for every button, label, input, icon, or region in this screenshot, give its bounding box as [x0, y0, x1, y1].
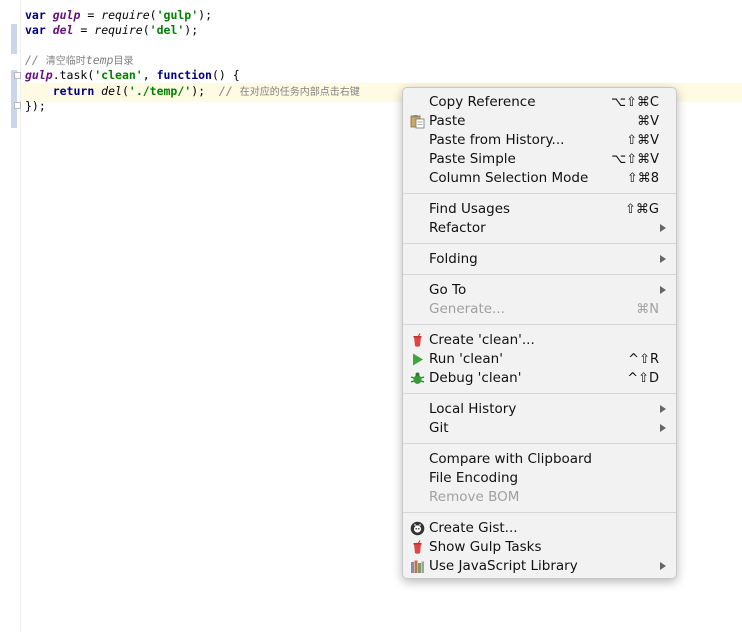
menu-item-go-to[interactable]: Go To: [403, 281, 676, 300]
menu-item-label: File Encoding: [429, 470, 519, 486]
menu-item-run-clean[interactable]: Run 'clean' ^⇧R: [403, 350, 676, 369]
menu-separator: [403, 193, 676, 194]
menu-item-compare-with-clipboard[interactable]: Compare with Clipboard: [403, 450, 676, 469]
menu-item-label: Git: [429, 420, 449, 436]
menu-item-label: Remove BOM: [429, 489, 520, 505]
submenu-arrow-icon: [660, 286, 666, 294]
menu-item-create-clean[interactable]: Create 'clean'...: [403, 331, 676, 350]
menu-item-folding[interactable]: Folding: [403, 250, 676, 269]
menu-separator: [403, 243, 676, 244]
menu-item-paste-simple[interactable]: Paste Simple ⌥⇧⌘V: [403, 150, 676, 169]
menu-item-label: Go To: [429, 282, 467, 298]
menu-item-label: Debug 'clean': [429, 370, 522, 386]
menu-item-refactor[interactable]: Refactor: [403, 219, 676, 238]
menu-item-create-gist[interactable]: Create Gist...: [403, 519, 676, 538]
fold-marker-icon[interactable]: [14, 72, 21, 79]
menu-item-local-history[interactable]: Local History: [403, 400, 676, 419]
menu-item-label: Find Usages: [429, 201, 511, 217]
menu-item-label: Local History: [429, 401, 517, 417]
menu-item-debug-clean[interactable]: Debug 'clean' ^⇧D: [403, 369, 676, 388]
menu-item-shortcut: ⇧⌘8: [626, 171, 659, 186]
submenu-arrow-icon: [660, 255, 666, 263]
gulp-icon: [413, 540, 422, 554]
menu-item-generate[interactable]: Generate... ⌘N: [403, 300, 676, 319]
menu-item-paste[interactable]: Paste ⌘V: [403, 112, 676, 131]
menu-item-remove-bom[interactable]: Remove BOM: [403, 488, 676, 507]
menu-item-shortcut: ⌥⇧⌘C: [611, 95, 659, 110]
menu-item-show-gulp-tasks[interactable]: Show Gulp Tasks: [403, 538, 676, 557]
ide-window: var gulp = require('gulp'); var del = re…: [0, 0, 742, 632]
code-task-line: gulp.task('clean', function() {: [25, 68, 240, 82]
menu-separator: [403, 393, 676, 394]
github-icon: [410, 521, 425, 536]
submenu-arrow-icon: [660, 405, 666, 413]
run-icon: [413, 353, 423, 366]
menu-item-copy-reference[interactable]: Copy Reference ⌥⇧⌘C: [403, 93, 676, 112]
code-closing-line: });: [25, 99, 46, 113]
gulp-icon: [413, 333, 422, 347]
menu-item-label: Folding: [429, 251, 478, 267]
clipboard-paste-icon: [410, 115, 425, 129]
code-return-line: return del('./temp/'); // 在对应的任务内部点击右键: [52, 84, 360, 98]
js-library-icon: [411, 560, 424, 573]
menu-item-label: Use JavaScript Library: [429, 558, 578, 574]
menu-separator: [403, 274, 676, 275]
submenu-arrow-icon: [660, 224, 666, 232]
menu-item-shortcut: ⌥⇧⌘V: [611, 152, 659, 167]
submenu-arrow-icon: [660, 424, 666, 432]
menu-item-file-encoding[interactable]: File Encoding: [403, 469, 676, 488]
debug-bug-icon: [410, 372, 425, 384]
menu-item-shortcut: ^⇧R: [628, 352, 659, 367]
menu-item-shortcut: ⌘V: [637, 114, 659, 129]
menu-item-label: Column Selection Mode: [429, 170, 589, 186]
menu-separator: [403, 324, 676, 325]
menu-item-shortcut: ⇧⌘G: [625, 202, 659, 217]
menu-item-label: Refactor: [429, 220, 486, 236]
menu-item-use-javascript-library[interactable]: Use JavaScript Library: [403, 557, 676, 576]
menu-item-git[interactable]: Git: [403, 419, 676, 438]
menu-item-label: Run 'clean': [429, 351, 503, 367]
code-comment-line: // 清空临时temp目录: [25, 53, 134, 67]
change-marker[interactable]: [11, 24, 17, 54]
menu-item-label: Compare with Clipboard: [429, 451, 592, 467]
menu-item-label: Paste from History...: [429, 132, 565, 148]
menu-item-label: Show Gulp Tasks: [429, 539, 542, 555]
menu-item-paste-from-history[interactable]: Paste from History... ⇧⌘V: [403, 131, 676, 150]
fold-marker-icon[interactable]: [14, 102, 21, 109]
menu-item-label: Create 'clean'...: [429, 332, 535, 348]
menu-item-shortcut: ^⇧D: [627, 371, 659, 386]
submenu-arrow-icon: [660, 562, 666, 570]
menu-item-shortcut: ⌘N: [636, 302, 659, 317]
menu-separator: [403, 512, 676, 513]
code-line-1: var gulp = require('gulp');: [25, 8, 212, 22]
context-menu: Copy Reference ⌥⇧⌘C Paste ⌘V Paste from …: [402, 87, 677, 579]
menu-item-find-usages[interactable]: Find Usages ⇧⌘G: [403, 200, 676, 219]
menu-separator: [403, 443, 676, 444]
menu-item-label: Create Gist...: [429, 520, 518, 536]
menu-item-label: Copy Reference: [429, 94, 536, 110]
menu-item-label: Generate...: [429, 301, 505, 317]
menu-item-column-selection-mode[interactable]: Column Selection Mode ⇧⌘8: [403, 169, 676, 188]
menu-item-label: Paste Simple: [429, 151, 516, 167]
menu-item-label: Paste: [429, 113, 466, 129]
menu-item-shortcut: ⇧⌘V: [626, 133, 659, 148]
code-line-2: var del = require('del');: [25, 23, 199, 37]
